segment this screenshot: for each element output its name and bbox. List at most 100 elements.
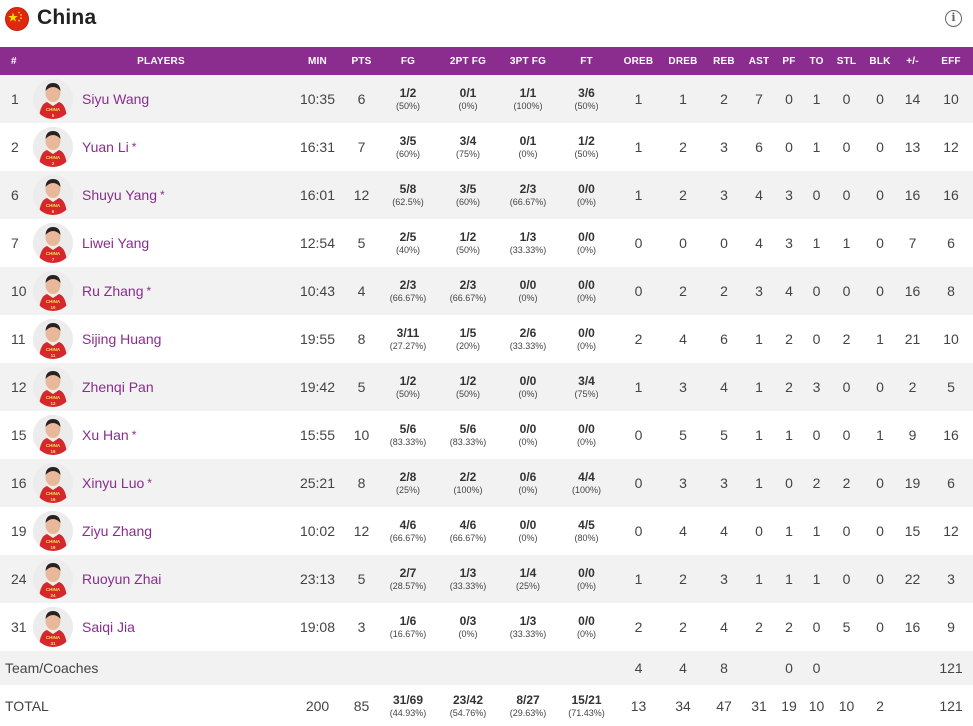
player-cell[interactable]: CHINA 19 Ziyu Zhang — [32, 507, 290, 555]
col-pf-header[interactable]: PF — [774, 47, 804, 75]
player-cell[interactable]: CHINA 12 Zhenqi Pan — [32, 363, 290, 411]
blk: 0 — [876, 571, 884, 587]
col-min-header[interactable]: MIN — [290, 47, 345, 75]
player-avatar[interactable]: CHINA 19 — [33, 511, 73, 551]
reb: 3 — [720, 139, 728, 155]
blk: 1 — [876, 427, 884, 443]
eff: 121 — [939, 660, 963, 676]
player-cell[interactable]: CHINA 11 Sijing Huang — [32, 315, 290, 363]
ft-made-attempted: 4/4 — [578, 469, 595, 484]
player-avatar[interactable]: CHINA 12 — [33, 367, 73, 407]
reb: 2 — [720, 283, 728, 299]
player-avatar[interactable]: CHINA 31 — [33, 607, 73, 647]
player-cell[interactable]: CHINA 5 Siyu Wang — [32, 75, 290, 123]
ast: 31 — [751, 698, 767, 714]
player-avatar[interactable]: CHINA 7 — [33, 223, 73, 263]
stl: 2 — [842, 475, 851, 491]
col-2pt-fg-header[interactable]: 2PT FG — [438, 47, 498, 75]
player-row[interactable]: 16 CHINA 16 Xinyu Luo * 25:21 8 2/8 (25%) 2/2 (100… — [0, 459, 973, 507]
col-reb-header[interactable]: REB — [704, 47, 744, 75]
fg-percentage: (83.33%) — [389, 436, 427, 447]
fg-made-attempted: 3/11 — [396, 325, 420, 340]
player-cell[interactable]: CHINA 6 Shuyu Yang * — [32, 171, 290, 219]
player-avatar[interactable]: CHINA 11 — [33, 319, 73, 359]
col-number-header[interactable]: # — [0, 47, 32, 75]
ft-percentage: (0%) — [576, 292, 596, 303]
player-name-link[interactable]: Saiqi Jia — [82, 619, 135, 635]
player-cell[interactable]: CHINA 16 Xinyu Luo * — [32, 459, 290, 507]
player-avatar[interactable]: CHINA 24 — [33, 559, 73, 599]
col-blk-header[interactable]: BLK — [864, 47, 896, 75]
player-row[interactable]: 7 CHINA 7 Liwei Yang 12:54 5 2/5 (40%) 1/2 (50%) 1… — [0, 219, 973, 267]
points: 8 — [357, 475, 366, 491]
player-name-link[interactable]: Ruoyun Zhai — [82, 571, 161, 587]
plus-minus: 14 — [904, 91, 921, 107]
col-plus-minus-header[interactable]: +/- — [896, 47, 929, 75]
to: 2 — [812, 475, 821, 491]
player-name-link[interactable]: Shuyu Yang — [82, 187, 157, 203]
col-ast-header[interactable]: AST — [744, 47, 774, 75]
two-pt-fg-cell: 1/2 (50%) — [438, 219, 498, 267]
player-name-link[interactable]: Ziyu Zhang — [82, 523, 152, 539]
player-row[interactable]: 2 CHINA 2 Yuan Li * 16:31 7 3/5 (60%) 3/4 (75%) 0/1… — [0, 123, 973, 171]
reb: 3 — [720, 571, 728, 587]
reb: 5 — [720, 427, 728, 443]
ft-percentage: (0%) — [576, 244, 596, 255]
dreb: 4 — [679, 660, 687, 676]
player-name-link[interactable]: Siyu Wang — [82, 91, 149, 107]
player-name-link[interactable]: Liwei Yang — [82, 235, 149, 251]
player-cell[interactable]: CHINA 15 Xu Han * — [32, 411, 290, 459]
col-stl-header[interactable]: STL — [829, 47, 864, 75]
player-name-link[interactable]: Xinyu Luo — [82, 475, 144, 491]
col-eff-header[interactable]: EFF — [929, 47, 973, 75]
col-fg-header[interactable]: FG — [378, 47, 438, 75]
player-row[interactable]: 10 CHINA 10 Ru Zhang * 10:43 4 2/3 (66.67%) 2/3 (6… — [0, 267, 973, 315]
minutes: 19:42 — [299, 379, 336, 395]
player-row[interactable]: 31 CHINA 31 Saiqi Jia 19:08 3 1/6 (16.67%) 0/3 (0… — [0, 603, 973, 651]
player-row[interactable]: 1 CHINA 5 Siyu Wang 10:35 6 1/2 (50%) 0/1 (0%) 1/1… — [0, 75, 973, 123]
player-name-link[interactable]: Ru Zhang — [82, 283, 143, 299]
ft-cell: 3/4 (75%) — [558, 363, 615, 411]
player-cell[interactable]: CHINA 10 Ru Zhang * — [32, 267, 290, 315]
col-dreb-header[interactable]: DREB — [662, 47, 704, 75]
three-pt-fg-cell: 1/3 (33.33%) — [498, 219, 558, 267]
player-avatar[interactable]: CHINA 5 — [33, 79, 73, 119]
svg-text:10: 10 — [50, 305, 56, 310]
col-pts-header[interactable]: PTS — [345, 47, 378, 75]
plus-minus: 15 — [904, 523, 921, 539]
col-ft-header[interactable]: FT — [558, 47, 615, 75]
col-oreb-header[interactable]: OREB — [615, 47, 662, 75]
col-to-header[interactable]: TO — [804, 47, 829, 75]
player-cell[interactable]: CHINA 7 Liwei Yang — [32, 219, 290, 267]
ft-made-attempted: 0/0 — [578, 325, 595, 340]
player-name-link[interactable]: Yuan Li — [82, 139, 129, 155]
player-row[interactable]: 19 CHINA 19 Ziyu Zhang 10:02 12 4/6 (66.67%) 4/6… — [0, 507, 973, 555]
player-row[interactable]: 6 CHINA 6 Shuyu Yang * 16:01 12 5/8 (62.5%) 3/5 (6… — [0, 171, 973, 219]
player-row[interactable]: 15 CHINA 15 Xu Han * 15:55 10 5/6 (83.33%) 5/6 (83… — [0, 411, 973, 459]
minutes: 25:21 — [299, 475, 336, 491]
points: 7 — [357, 139, 366, 155]
player-name-link[interactable]: Xu Han — [82, 427, 129, 443]
player-cell[interactable]: CHINA 31 Saiqi Jia — [32, 603, 290, 651]
player-cell[interactable]: CHINA 24 Ruoyun Zhai — [32, 555, 290, 603]
team-coaches-row: Team/Coaches 4 4 8 0 0 121 — [0, 651, 973, 685]
player-avatar[interactable]: CHINA 16 — [33, 463, 73, 503]
three-pt-fg-percentage: (0%) — [518, 436, 538, 447]
three-pt-fg-cell: 2/3 (66.67%) — [498, 171, 558, 219]
player-name-link[interactable]: Zhenqi Pan — [82, 379, 154, 395]
player-avatar[interactable]: CHINA 2 — [33, 127, 73, 167]
ft-cell: 0/0 (0%) — [558, 603, 615, 651]
two-pt-fg-percentage: (54.76%) — [449, 707, 487, 718]
player-avatar[interactable]: CHINA 15 — [33, 415, 73, 455]
player-name-link[interactable]: Sijing Huang — [82, 331, 161, 347]
col-3pt-fg-header[interactable]: 3PT FG — [498, 47, 558, 75]
col-players-header[interactable]: PLAYERS — [32, 47, 290, 75]
player-cell[interactable]: CHINA 2 Yuan Li * — [32, 123, 290, 171]
player-avatar[interactable]: CHINA 10 — [33, 271, 73, 311]
info-icon[interactable]: i — [945, 10, 962, 27]
player-avatar[interactable]: CHINA 6 — [33, 175, 73, 215]
player-row[interactable]: 12 CHINA 12 Zhenqi Pan 19:42 5 1/2 (50%) 1/2 (50%… — [0, 363, 973, 411]
player-row[interactable]: 24 CHINA 24 Ruoyun Zhai 23:13 5 2/7 (28.57%) 1/3… — [0, 555, 973, 603]
dreb: 2 — [679, 283, 687, 299]
player-row[interactable]: 11 CHINA 11 Sijing Huang 19:55 8 3/11 (27.27%) 1… — [0, 315, 973, 363]
